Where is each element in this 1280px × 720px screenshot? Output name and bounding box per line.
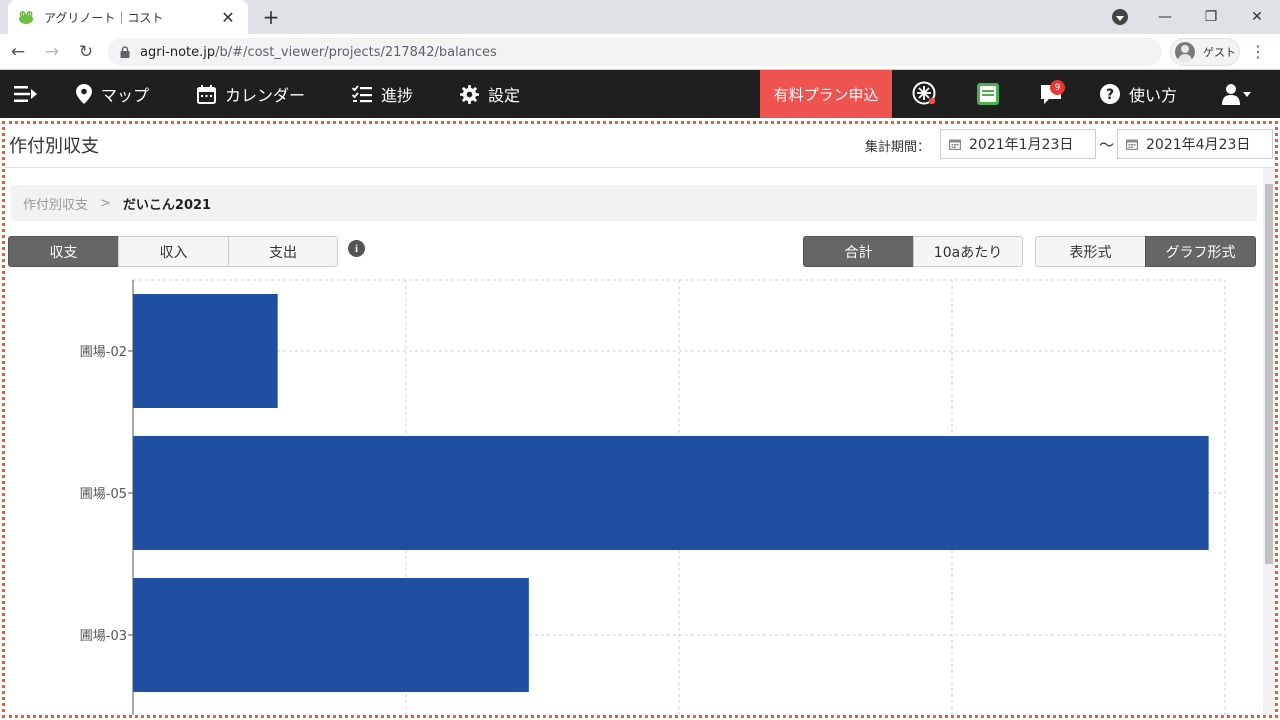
nav-progress[interactable]: 進捗 xyxy=(352,70,413,118)
notification-badge: 9 xyxy=(1050,80,1065,95)
checklist-icon xyxy=(352,85,372,103)
format-toggle: 表形式 グラフ形式 xyxy=(1035,236,1256,267)
window-controls: — ❐ ✕ xyxy=(1142,0,1280,34)
diary-button[interactable] xyxy=(976,70,1009,118)
frog-favicon-icon xyxy=(19,11,33,24)
tab-total[interactable]: 合計 xyxy=(803,236,914,267)
diary-book-icon xyxy=(977,83,999,105)
page-content: 作付別収支 集計期間： 2021年1月23日 〜 2021年4月23日 作付別収… xyxy=(2,121,1278,718)
weather-icon xyxy=(912,81,936,105)
browser-tabstrip: アグリノート｜コスト ✕ + — ❐ ✕ xyxy=(0,0,1280,34)
breadcrumb-parent-link[interactable]: 作付別収支 xyxy=(23,194,88,213)
minimize-icon[interactable]: — xyxy=(1142,0,1188,34)
reload-icon[interactable]: ↻ xyxy=(70,37,102,67)
chart-category-labels: 圃場-02 圃場-05 圃場-03 xyxy=(80,345,133,644)
nav-settings[interactable]: 設定 xyxy=(460,70,520,118)
page-header: 作付別収支 集計期間： 2021年1月23日 〜 2021年4月23日 xyxy=(5,124,1275,168)
tab-income[interactable]: 収入 xyxy=(118,236,229,267)
balance-bar-chart: 圃場-02 圃場-05 圃場-03 xyxy=(80,279,1226,715)
period-label: 集計期間： xyxy=(865,140,931,155)
page-scrollbar[interactable] xyxy=(1263,168,1275,715)
breadcrumb-current: だいこん2021 xyxy=(122,197,212,213)
view-type-toggle: 収支 収入 支出 xyxy=(8,236,338,267)
breadcrumb-separator: > xyxy=(100,195,111,211)
tab-search-icon[interactable] xyxy=(1112,9,1128,25)
chart-bar[interactable] xyxy=(133,294,278,408)
menu-toggle-icon[interactable] xyxy=(14,70,47,118)
restore-icon[interactable]: ❐ xyxy=(1188,0,1234,34)
nav-map[interactable]: マップ xyxy=(76,70,149,118)
nav-help-label: 使い方 xyxy=(1129,86,1178,105)
nav-map-label: マップ xyxy=(101,86,150,105)
calendar-icon xyxy=(197,84,216,104)
tab-expense[interactable]: 支出 xyxy=(228,236,338,267)
user-icon xyxy=(1222,84,1251,105)
nav-calendar-label: カレンダー xyxy=(225,86,306,105)
chart-bar[interactable] xyxy=(133,578,529,692)
profile-label: ゲスト xyxy=(1203,46,1236,59)
url-text: agri-note.jp/b/#/cost_viewer/projects/21… xyxy=(140,44,497,60)
app-navbar: マップ カレンダー 進捗 設定 有料プラン申込 9 ? 使い方 xyxy=(0,70,1280,118)
chart-category-label: 圃場-02 xyxy=(80,345,127,360)
url-input[interactable]: agri-note.jp/b/#/cost_viewer/projects/21… xyxy=(108,38,1162,66)
tab-title: アグリノート｜コスト xyxy=(44,10,164,25)
menu-arrow-icon xyxy=(14,86,37,102)
lock-icon xyxy=(120,46,130,58)
chart-bars xyxy=(133,294,1209,692)
forward-icon[interactable]: → xyxy=(36,37,68,67)
chart-bar[interactable] xyxy=(133,436,1209,550)
nav-settings-label: 設定 xyxy=(488,86,521,105)
chart-category-label: 圃場-05 xyxy=(80,487,127,502)
nav-calendar[interactable]: カレンダー xyxy=(197,70,305,118)
unit-toggle: 合計 10aあたり xyxy=(803,236,1023,267)
browser-menu-icon[interactable]: ⋮ xyxy=(1250,42,1266,62)
weather-button[interactable] xyxy=(912,70,947,118)
tab-graph-format[interactable]: グラフ形式 xyxy=(1145,236,1256,267)
date-to-value: 2021年4月23日 xyxy=(1146,137,1251,153)
nav-help[interactable]: ? 使い方 xyxy=(1100,70,1177,118)
tab-close-icon[interactable]: ✕ xyxy=(218,8,238,27)
help-circle-icon: ? xyxy=(1100,84,1120,104)
svg-text:?: ? xyxy=(1106,87,1114,103)
date-to-calendar-icon xyxy=(1126,139,1138,150)
address-bar: ← → ↻ agri-note.jp/b/#/cost_viewer/proje… xyxy=(0,34,1280,70)
page-title: 作付別収支 xyxy=(9,136,99,157)
nav-progress-label: 進捗 xyxy=(381,86,414,105)
date-from-value: 2021年1月23日 xyxy=(969,137,1074,153)
back-icon[interactable]: ← xyxy=(2,37,34,67)
breadcrumb: 作付別収支 > だいこん2021 xyxy=(11,185,1257,221)
date-range-separator: 〜 xyxy=(1099,136,1115,154)
date-from-input[interactable]: 2021年1月23日 xyxy=(940,129,1096,159)
tab-per-10a[interactable]: 10aあたり xyxy=(913,236,1023,267)
user-menu-button[interactable] xyxy=(1222,70,1261,118)
info-icon[interactable]: i xyxy=(348,240,365,257)
date-to-input[interactable]: 2021年4月23日 xyxy=(1117,129,1273,159)
chart-category-label: 圃場-03 xyxy=(80,629,127,644)
date-from-calendar-icon xyxy=(949,139,961,150)
window-close-icon[interactable]: ✕ xyxy=(1234,0,1280,34)
gear-icon xyxy=(460,84,479,104)
scrollbar-thumb[interactable] xyxy=(1265,184,1273,564)
guest-avatar-icon xyxy=(1175,42,1195,62)
tab-balance[interactable]: 収支 xyxy=(8,236,119,267)
paid-plan-button[interactable]: 有料プラン申込 xyxy=(760,70,892,118)
browser-tab[interactable]: アグリノート｜コスト ✕ xyxy=(8,0,248,34)
tab-table-format[interactable]: 表形式 xyxy=(1035,236,1146,267)
map-pin-icon xyxy=(76,84,92,104)
new-tab-icon[interactable]: + xyxy=(258,4,284,30)
profile-button[interactable]: ゲスト xyxy=(1170,38,1240,66)
